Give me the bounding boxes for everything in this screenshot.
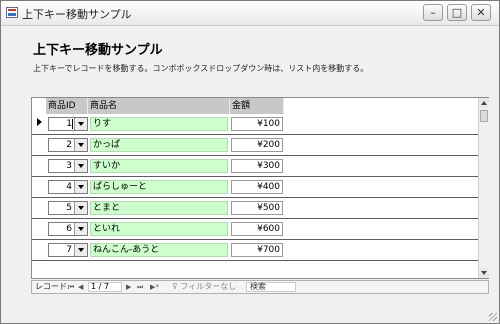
product-name-field[interactable]: とまと	[90, 201, 228, 215]
new-record-icon[interactable]: ▶*	[150, 281, 159, 293]
dropdown-arrow-icon[interactable]	[74, 202, 87, 214]
access-form-window: 上下キー移動サンプル – □ ✕ 上下キー移動サンプル 上下キーでレコードを移動…	[0, 0, 500, 324]
price-field[interactable]: ¥100	[231, 117, 283, 131]
resize-grip-icon[interactable]	[489, 313, 497, 321]
scroll-thumb[interactable]	[480, 110, 488, 122]
product-id-value: 6	[66, 224, 72, 234]
close-button[interactable]: ✕	[471, 4, 491, 21]
product-id-combo[interactable]: 6	[48, 222, 88, 236]
maximize-button[interactable]: □	[447, 4, 467, 21]
product-name-field[interactable]: すいか	[90, 159, 228, 173]
product-id-value: 7	[66, 245, 72, 255]
table-row[interactable]: 2 かっぱ ¥200	[32, 135, 478, 156]
product-name-field[interactable]: ねんこん-あうと	[90, 243, 228, 257]
vertical-scrollbar[interactable]	[478, 98, 489, 278]
record-selector[interactable]	[32, 135, 46, 155]
record-selector-current[interactable]	[32, 114, 46, 134]
price-field[interactable]: ¥500	[231, 201, 283, 215]
product-id-value: 3	[66, 161, 72, 171]
product-id-value: 4	[66, 182, 72, 192]
record-position-input[interactable]: 1 / 7	[88, 282, 122, 292]
previous-record-icon[interactable]: ◀	[78, 281, 83, 293]
last-record-icon[interactable]: ⏭	[137, 281, 143, 293]
table-row[interactable]: 5 とまと ¥500	[32, 198, 478, 219]
filter-label: フィルターなし	[180, 282, 237, 291]
record-navigation-bar: レコード: ⏮ ◀ 1 / 7 ▶ ⏭ ▶* ⊽ フィルターなし 検索	[31, 280, 489, 294]
table-row[interactable]: 1 りす ¥100	[32, 114, 478, 135]
title-bar[interactable]: 上下キー移動サンプル – □ ✕	[1, 1, 499, 26]
price-field[interactable]: ¥300	[231, 159, 283, 173]
table-row[interactable]: 4 ぱらしゅーと ¥400	[32, 177, 478, 198]
table-row[interactable]: 3 すいか ¥300	[32, 156, 478, 177]
form-description: 上下キーでレコードを移動する。コンボボックスドロップダウン時は、リスト内を移動す…	[33, 64, 369, 73]
column-header-price[interactable]: 金額	[230, 98, 284, 114]
filter-toggle[interactable]: ⊽ フィルターなし	[172, 281, 236, 293]
search-input[interactable]: 検索	[246, 282, 296, 292]
form-header-title: 上下キー移動サンプル	[33, 43, 163, 58]
product-id-combo[interactable]: 2	[48, 138, 88, 152]
scroll-up-icon[interactable]	[479, 98, 489, 108]
next-record-icon[interactable]: ▶	[126, 281, 131, 293]
price-field[interactable]: ¥400	[231, 180, 283, 194]
product-name-field[interactable]: ぱらしゅーと	[90, 180, 228, 194]
product-id-combo[interactable]: 7	[48, 243, 88, 257]
dropdown-arrow-icon[interactable]	[74, 160, 87, 172]
product-name-field[interactable]: といれ	[90, 222, 228, 236]
funnel-icon: ⊽	[172, 282, 178, 291]
record-selector[interactable]	[32, 156, 46, 176]
window-title: 上下キー移動サンプル	[22, 8, 132, 21]
product-id-combo[interactable]: 5	[48, 201, 88, 215]
text-cursor	[72, 119, 73, 129]
record-selector[interactable]	[32, 240, 46, 260]
record-selector[interactable]	[32, 219, 46, 239]
product-id-combo[interactable]: 4	[48, 180, 88, 194]
product-id-combo[interactable]: 1	[48, 117, 88, 131]
dropdown-arrow-icon[interactable]	[74, 139, 87, 151]
dropdown-arrow-icon[interactable]	[74, 181, 87, 193]
table-row[interactable]: 6 といれ ¥600	[32, 219, 478, 240]
product-id-value: 2	[66, 140, 72, 150]
minimize-button[interactable]: –	[423, 4, 443, 21]
record-label: レコード:	[35, 282, 70, 291]
column-header-name[interactable]: 商品名	[88, 98, 230, 114]
dropdown-arrow-icon[interactable]	[74, 118, 87, 130]
column-header-id[interactable]: 商品ID	[46, 98, 88, 114]
record-selector[interactable]	[32, 198, 46, 218]
dropdown-arrow-icon[interactable]	[74, 223, 87, 235]
product-name-field[interactable]: かっぱ	[90, 138, 228, 152]
table-row[interactable]: 7 ねんこん-あうと ¥700	[32, 240, 478, 261]
form-icon	[6, 7, 18, 18]
price-field[interactable]: ¥200	[231, 138, 283, 152]
price-field[interactable]: ¥600	[231, 222, 283, 236]
continuous-form-grid: 商品ID 商品名 金額 1 りす ¥100 2 かっぱ ¥200 3 すいか ¥…	[31, 97, 489, 279]
product-name-field[interactable]: りす	[90, 117, 228, 131]
record-selector[interactable]	[32, 177, 46, 197]
product-id-combo[interactable]: 3	[48, 159, 88, 173]
dropdown-arrow-icon[interactable]	[74, 244, 87, 256]
price-field[interactable]: ¥700	[231, 243, 283, 257]
product-id-value: 5	[66, 203, 72, 213]
first-record-icon[interactable]: ⏮	[68, 281, 74, 293]
scroll-down-icon[interactable]	[479, 268, 489, 278]
